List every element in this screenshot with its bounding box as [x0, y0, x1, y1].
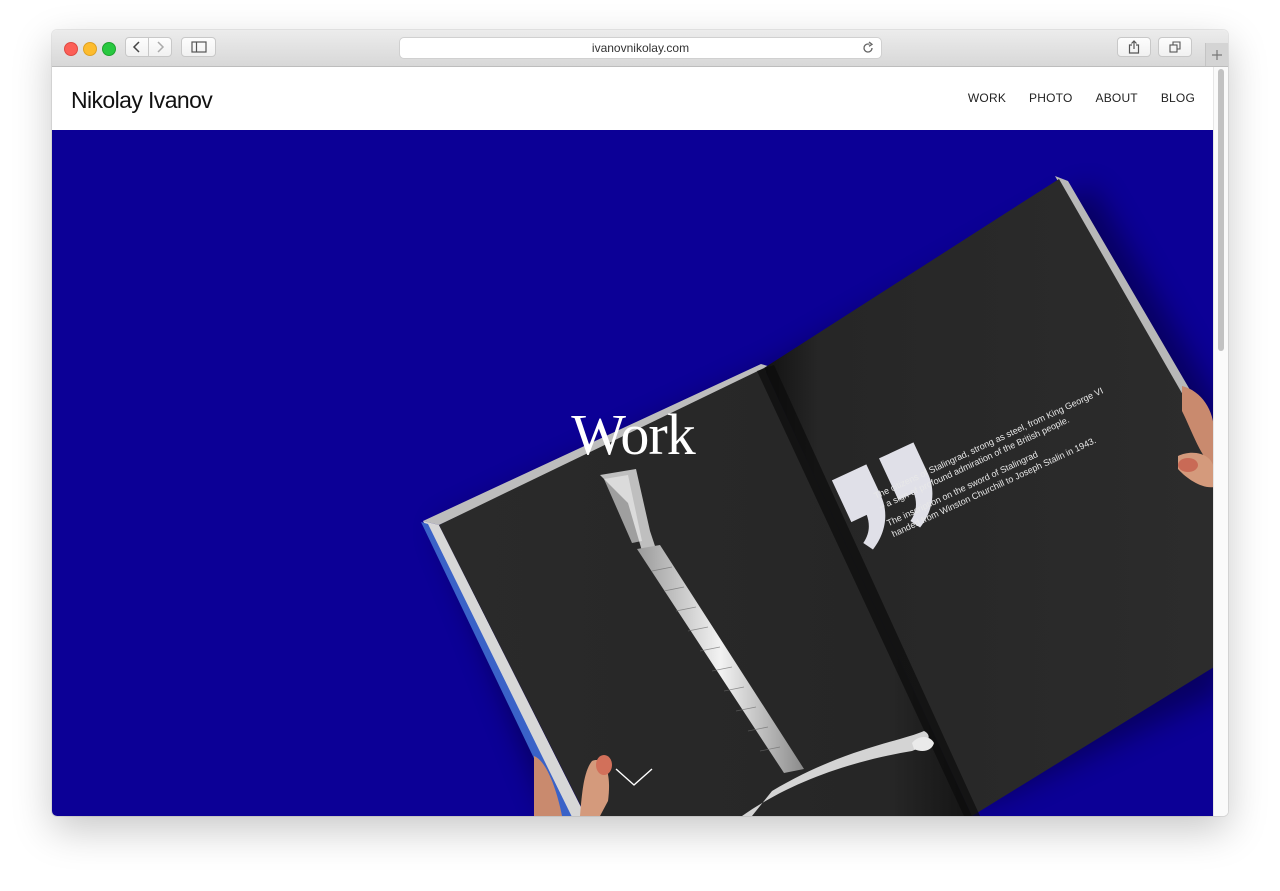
site-logo[interactable]: Nikolay Ivanov: [71, 87, 213, 114]
back-button[interactable]: [125, 37, 149, 57]
chevron-down-icon[interactable]: [614, 766, 654, 788]
address-bar[interactable]: ivanovnikolay.com: [399, 37, 882, 59]
new-tab-button[interactable]: [1205, 43, 1228, 66]
page-viewport: Nikolay Ivanov WORK PHOTO ABOUT BLOG The…: [52, 67, 1228, 816]
site-header: Nikolay Ivanov WORK PHOTO ABOUT BLOG: [52, 67, 1214, 130]
scrollbar-thumb[interactable]: [1218, 69, 1224, 351]
forward-button[interactable]: [148, 37, 172, 57]
chevron-left-icon: [132, 41, 140, 53]
nav-item-work[interactable]: WORK: [968, 91, 1006, 105]
nav-item-blog[interactable]: BLOG: [1161, 91, 1195, 105]
browser-window: ivanovnikolay.com Nikolay Ivanov WORK PH…: [52, 30, 1228, 816]
plus-icon: [1212, 49, 1222, 60]
share-icon: [1128, 40, 1140, 54]
nav-item-about[interactable]: ABOUT: [1096, 91, 1138, 105]
hero-title: Work: [571, 402, 695, 467]
hero-image: [421, 176, 1214, 816]
hero-section: The citizens of Stalingrad, strong as st…: [52, 131, 1214, 816]
chevron-right-icon: [157, 41, 165, 53]
browser-toolbar: ivanovnikolay.com: [52, 30, 1228, 67]
page-scrollbar[interactable]: [1213, 67, 1228, 816]
minimize-window-button[interactable]: [83, 42, 97, 56]
sidebar-button[interactable]: [181, 37, 216, 57]
sidebar-icon: [190, 41, 207, 53]
share-button[interactable]: [1117, 37, 1151, 57]
main-nav: WORK PHOTO ABOUT BLOG: [968, 91, 1195, 105]
tabs-overview-button[interactable]: [1158, 37, 1192, 57]
nav-item-photo[interactable]: PHOTO: [1029, 91, 1072, 105]
close-window-button[interactable]: [64, 42, 78, 56]
url-text: ivanovnikolay.com: [591, 41, 690, 55]
tabs-overview-icon: [1169, 41, 1181, 53]
zoom-window-button[interactable]: [102, 42, 116, 56]
reload-icon[interactable]: [861, 41, 875, 55]
